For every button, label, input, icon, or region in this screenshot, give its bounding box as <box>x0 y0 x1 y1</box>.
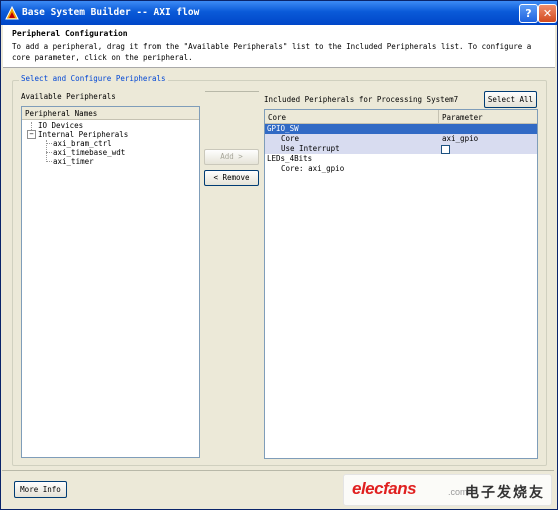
page-header: Peripheral Configuration To add a periph… <box>3 25 555 68</box>
table-header: Core Parameter <box>265 110 537 124</box>
add-button[interactable]: Add > <box>204 149 259 165</box>
help-button[interactable]: ? <box>519 4 538 23</box>
remove-button[interactable]: < Remove <box>204 170 259 186</box>
column-header-label: Peripheral Names <box>25 109 98 118</box>
tree-item-io-devices[interactable]: IO Devices <box>38 121 83 130</box>
app-icon <box>5 6 19 20</box>
row-param-value[interactable]: axi_gpio <box>442 134 478 143</box>
separator <box>205 91 259 92</box>
tree-item-axi-timer[interactable]: axi_timer <box>53 157 94 166</box>
table-row-leds-core[interactable]: Core: axi_gpio <box>265 164 537 174</box>
peripheral-names-column-header[interactable]: Peripheral Names <box>22 107 199 120</box>
tree-connector <box>46 161 52 162</box>
tree-item-axi-timebase-wdt[interactable]: axi_timebase_wdt <box>53 148 125 157</box>
available-peripherals-tree[interactable]: Peripheral Names IO Devices − Internal P… <box>21 106 200 458</box>
row-core-label: Core <box>281 134 300 143</box>
included-peripherals-table[interactable]: Core Parameter GPIO_SW Core axi_gpio Use… <box>264 109 538 459</box>
watermark-chinese: 电子发烧友 <box>465 485 545 501</box>
table-row-core[interactable]: Core axi_gpio <box>265 134 537 144</box>
group-legend: Select and Configure Peripherals <box>19 74 168 83</box>
tree-item-internal-peripherals[interactable]: Internal Peripherals <box>38 130 128 139</box>
table-row-use-interrupt[interactable]: Use Interrupt <box>265 144 537 154</box>
column-divider[interactable] <box>438 110 439 123</box>
tree-connector <box>46 152 52 153</box>
more-info-button[interactable]: More Info <box>14 481 67 498</box>
row-core-label: Core: axi_gpio <box>281 164 345 173</box>
column-header-core[interactable]: Core <box>268 113 286 122</box>
table-row-gpio-sw[interactable]: GPIO_SW <box>265 124 537 134</box>
row-core-label: Use Interrupt <box>281 144 340 153</box>
collapse-icon[interactable]: − <box>27 130 36 139</box>
title-bar[interactable]: Base System Builder -- AXI flow ? ✕ <box>1 1 557 25</box>
window-title: Base System Builder -- AXI flow <box>22 7 200 18</box>
watermark: elecfans .com 电子发烧友 <box>343 474 552 506</box>
use-interrupt-checkbox[interactable] <box>441 145 450 154</box>
watermark-logo: elecfans <box>352 479 417 498</box>
available-peripherals-label: Available Peripherals <box>21 92 116 101</box>
included-peripherals-label: Included Peripherals for Processing Syst… <box>264 95 459 104</box>
select-all-button[interactable]: Select All <box>484 91 537 108</box>
page-description: To add a peripheral, drag it from the "A… <box>12 42 532 62</box>
footer-separator <box>2 470 554 471</box>
close-button[interactable]: ✕ <box>538 4 557 23</box>
tree-item-axi-bram-ctrl[interactable]: axi_bram_ctrl <box>53 139 112 148</box>
page-title: Peripheral Configuration <box>12 29 128 38</box>
row-core-label: GPIO_SW <box>267 124 299 133</box>
column-header-parameter[interactable]: Parameter <box>442 113 483 122</box>
table-row-leds-4bits[interactable]: LEDs_4Bits <box>265 154 537 164</box>
row-core-label: LEDs_4Bits <box>267 154 313 163</box>
tree-connector <box>46 143 52 144</box>
